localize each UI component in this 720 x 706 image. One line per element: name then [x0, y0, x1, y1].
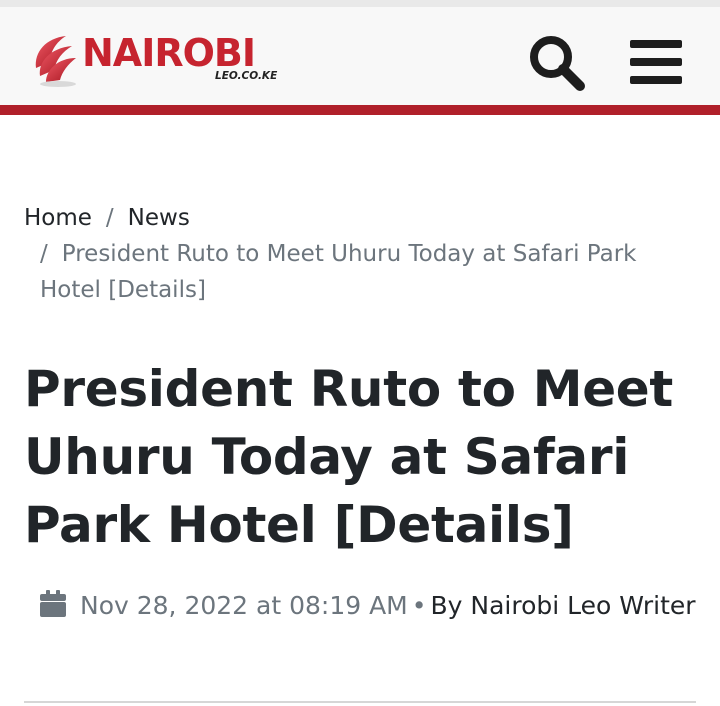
breadcrumb-separator: / — [40, 241, 48, 267]
meta-bullet: • — [411, 591, 427, 620]
header-accent-bar — [0, 105, 720, 115]
breadcrumb-home-link[interactable]: Home — [24, 205, 92, 231]
article-title: President Ruto to Meet Uhuru Today at Sa… — [24, 360, 674, 554]
article-meta: Nov 28, 2022 at 08:19 AM • By Nairobi Leo … — [40, 585, 700, 627]
top-strip — [0, 0, 720, 7]
hamburger-menu-icon[interactable] — [628, 38, 684, 86]
logo-globe-icon — [35, 36, 76, 87]
article-date: Nov 28, 2022 at 08:19 AM — [80, 591, 408, 620]
logo-subtext: LEO.CO.KE — [215, 70, 278, 82]
breadcrumb: Home / News / President Ruto to Meet Uhuru … — [24, 200, 664, 308]
content-divider — [24, 701, 696, 703]
site-logo[interactable]: NAIROBI LEO.CO.KE — [28, 28, 288, 92]
article-byline: By Nairobi Leo Writer — [430, 591, 696, 620]
breadcrumb-line-2: / President Ruto to Meet Uhuru Today at S… — [24, 236, 664, 308]
breadcrumb-line-1: Home / News — [24, 200, 664, 236]
search-icon[interactable] — [526, 32, 588, 94]
site-header: NAIROBI LEO.CO.KE — [0, 7, 720, 105]
breadcrumb-news-link[interactable]: News — [128, 205, 190, 231]
breadcrumb-separator: / — [105, 205, 114, 231]
breadcrumb-current: President Ruto to Meet Uhuru Today at Sa… — [40, 241, 637, 303]
calendar-icon — [40, 590, 66, 617]
